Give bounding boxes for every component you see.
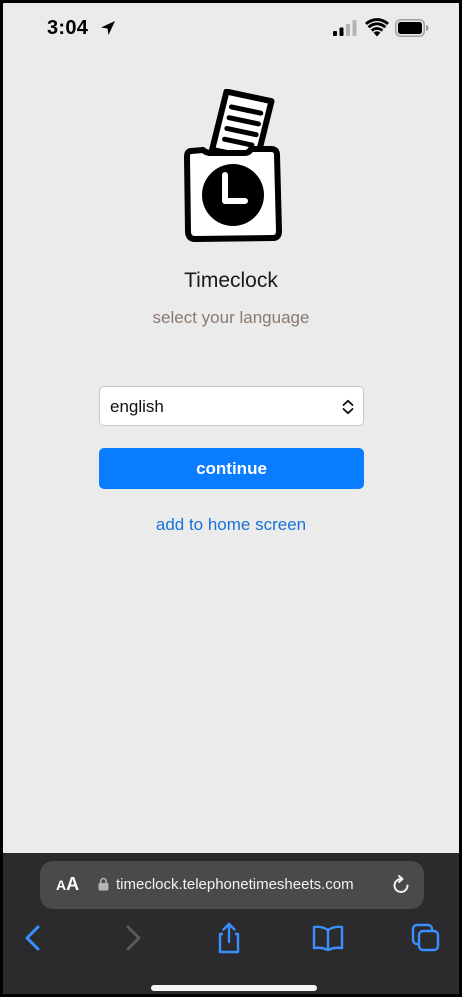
continue-button[interactable]: continue [99,448,364,489]
add-to-home-screen-link[interactable]: add to home screen [3,515,459,535]
share-icon[interactable] [212,921,246,955]
page-subtitle: select your language [152,308,310,327]
wifi-icon [365,18,389,37]
cellular-signal-icon [333,20,357,36]
address-bar[interactable]: AA timeclock.telephonetimesheets.com [40,861,424,909]
text-size-button[interactable]: AA [56,874,79,895]
lock-icon [98,877,109,891]
chevron-updown-icon [342,399,354,415]
status-time: 3:04 [47,17,89,39]
status-bar: 3:04 [3,3,459,55]
back-icon[interactable] [17,921,51,955]
text-size-small-a: A [56,877,67,893]
battery-icon [395,19,429,37]
url-text: timeclock.telephonetimesheets.com [116,876,354,893]
reload-icon[interactable] [390,874,412,896]
text-size-large-a: A [66,874,80,894]
bookmarks-icon[interactable] [311,921,345,955]
forward-icon[interactable] [115,921,149,955]
language-select[interactable]: english [99,386,364,426]
location-arrow-icon [101,21,115,35]
timeclock-logo-icon [184,89,282,242]
page-title: Timeclock [184,269,278,292]
home-indicator[interactable] [151,985,317,991]
language-select-value: english [110,397,164,416]
phone-screen: 3:04 Timeclock select your language engl… [0,0,462,997]
tabs-icon[interactable] [409,921,443,955]
